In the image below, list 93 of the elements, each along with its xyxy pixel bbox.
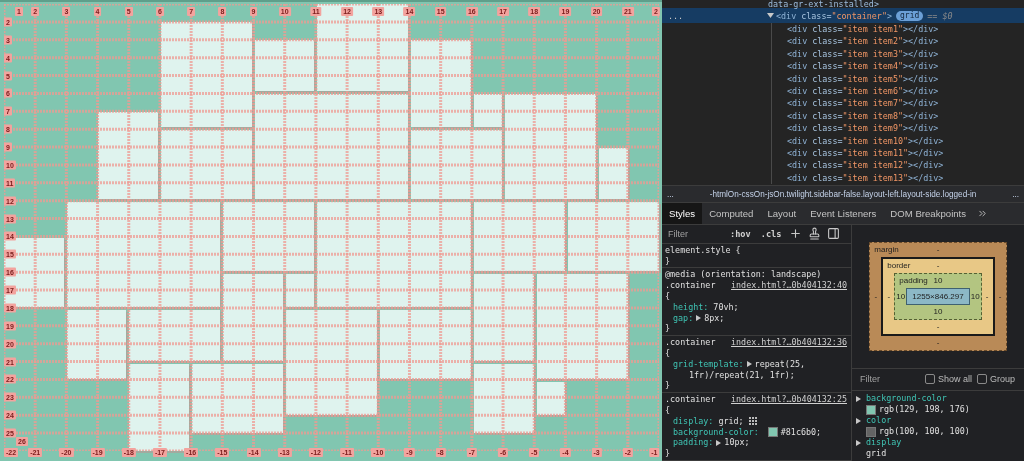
css-brace: {: [665, 348, 671, 359]
box-model-value: -: [936, 261, 940, 271]
box-model-value: -: [874, 291, 878, 301]
dom-node-line[interactable]: <div class="item item5"></div>: [787, 72, 1024, 85]
more-tabs-icon[interactable]: [977, 208, 989, 219]
grid-icon[interactable]: [748, 417, 757, 426]
css-selector: .container: [665, 337, 716, 348]
css-selector: .container: [665, 394, 716, 405]
panel-tab[interactable]: Computed: [702, 203, 761, 224]
dom-node-line[interactable]: <div class="item item10"></div>: [787, 134, 1024, 147]
expand-triangle-icon[interactable]: [696, 315, 702, 322]
dom-node-line[interactable]: <div class="item item13"></div>: [787, 171, 1024, 185]
computed-property: color: [866, 415, 892, 425]
expand-caret-icon[interactable]: [767, 12, 774, 19]
expand-triangle-icon[interactable]: [856, 418, 861, 424]
breadcrumb-ellipsis[interactable]: ...: [667, 189, 674, 199]
box-model-label: border: [887, 260, 911, 270]
box-model-value: -: [998, 291, 1002, 301]
toolbar-button[interactable]: :hov: [728, 228, 753, 239]
sidebar-toggle-icon[interactable]: [827, 227, 841, 241]
computed-value: rgb(100, 100, 100): [879, 426, 970, 436]
box-model-label: padding: [899, 275, 928, 285]
source-link[interactable]: index.html?…0b404132:36: [731, 337, 847, 349]
expand-triangle-icon[interactable]: [856, 440, 861, 446]
box-model-value: -: [887, 291, 891, 301]
color-swatch[interactable]: [866, 404, 876, 415]
dom-node-line: data-gr-ext-installed>: [767, 0, 880, 8]
dom-node-line[interactable]: <div class="item item12"></div>: [787, 159, 1024, 172]
expand-triangle-icon[interactable]: [716, 439, 722, 446]
css-brace: {: [734, 244, 741, 255]
computed-value: grid: [866, 448, 887, 458]
css-brace: }: [665, 323, 671, 334]
box-model-value: -: [936, 245, 940, 255]
selected-dom-node[interactable]: ... <div class="container"> grid == $0: [662, 8, 1024, 23]
grid-item: [599, 148, 628, 199]
css-selector: .container: [665, 280, 716, 291]
dom-node-line[interactable]: <div class="item item3"></div>: [787, 47, 1024, 61]
css-brace: {: [665, 291, 671, 302]
dom-node-line[interactable]: <div class="item item1"></div>: [787, 23, 1024, 36]
box-model-label: margin: [874, 244, 899, 254]
source-link[interactable]: index.html?…0b404132:40: [731, 280, 847, 292]
expand-triangle-icon[interactable]: [856, 396, 861, 402]
dom-node-line[interactable]: <div class="item item9"></div>: [787, 122, 1024, 135]
media-query: @media (orientation: landscape): [665, 269, 822, 280]
dom-node-line[interactable]: <div class="item item2"></div>: [787, 35, 1024, 48]
css-declaration: background-color: #81c6b0;: [672, 426, 823, 438]
grid-item: [286, 274, 315, 307]
computed-property: display: [866, 437, 902, 447]
toolbar-button[interactable]: .cls: [758, 228, 784, 239]
css-brace: }: [665, 255, 671, 266]
css-declaration: height: 70vh;: [672, 301, 740, 313]
css-brace: }: [665, 448, 671, 459]
checkbox-option[interactable]: Show all: [925, 374, 973, 385]
breadcrumb-ellipsis[interactable]: ...: [1012, 189, 1019, 199]
checkbox-option[interactable]: Group: [977, 374, 1016, 385]
plus-icon[interactable]: [789, 227, 803, 241]
more-actions[interactable]: ...: [662, 10, 767, 21]
box-model-value: -: [936, 338, 940, 348]
box-model-value: 10: [970, 291, 980, 301]
dom-node-line[interactable]: <div class="item item4"></div>: [787, 60, 1024, 73]
breadcrumb-path[interactable]: -htmlOn-cssOn-jsOn.twilight.sidebar-false.layout-left.layout-side.logged-in: [709, 189, 977, 199]
dom-node-line[interactable]: <div class="item item6"></div>: [787, 84, 1024, 98]
box-model-content: 1255×846.297: [906, 287, 970, 305]
css-declaration: gap: 8px;: [672, 312, 726, 324]
box-model-value: 10: [933, 307, 943, 317]
stamp-icon[interactable]: [808, 227, 822, 241]
filter-field[interactable]: Filter: [858, 374, 920, 385]
css-declaration: padding: 10px;: [672, 437, 751, 449]
console-reference: == $0: [927, 10, 953, 21]
css-declaration: grid-template: repeat(25, 1fr)/repeat(21, 1fr);: [672, 358, 806, 381]
filter-field[interactable]: Filter: [666, 228, 722, 239]
css-brace: }: [665, 380, 671, 391]
dom-node-line[interactable]: <div class="item item11"></div>: [787, 146, 1024, 160]
panel-tab[interactable]: Layout: [760, 203, 804, 224]
css-selector: element.style: [665, 244, 731, 255]
box-model-value: -: [936, 322, 940, 332]
panel-tab[interactable]: DOM Breakpoints: [883, 203, 974, 224]
dom-node-line[interactable]: <div class="item item8"></div>: [787, 109, 1024, 123]
css-declaration: display: grid;: [665, 415, 847, 427]
dom-node-line: <div class="container">: [776, 10, 892, 21]
panel-tab[interactable]: Event Listeners: [803, 203, 884, 224]
computed-property: background-color: [866, 393, 947, 403]
color-swatch[interactable]: [866, 426, 876, 437]
box-model-value: -: [985, 291, 989, 301]
expand-triangle-icon[interactable]: [746, 361, 752, 368]
source-link[interactable]: index.html?…0b404132:25: [731, 394, 847, 405]
grid-badge[interactable]: grid: [896, 10, 924, 21]
computed-value: rgb(129, 198, 176): [879, 404, 970, 414]
box-model-value: 10: [896, 291, 906, 301]
box-model-value: 10: [933, 276, 943, 286]
css-brace: {: [665, 405, 671, 415]
panel-tab[interactable]: Styles: [662, 203, 703, 224]
dom-node-line[interactable]: <div class="item item7"></div>: [787, 97, 1024, 110]
